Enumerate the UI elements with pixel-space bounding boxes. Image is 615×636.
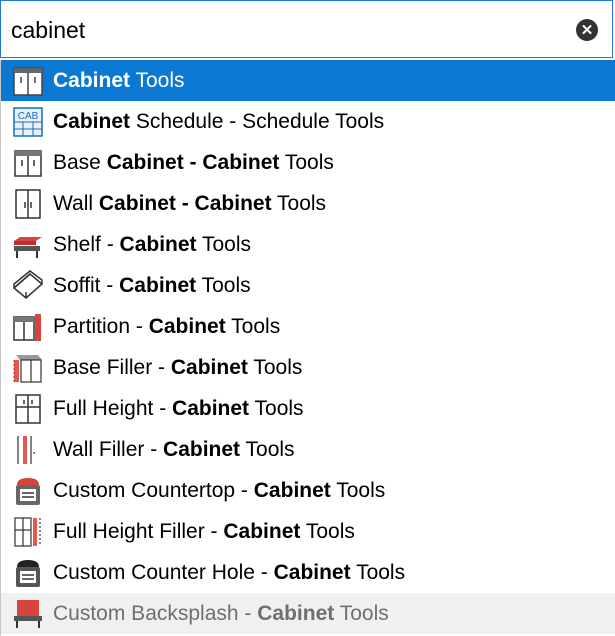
list-item-label: Custom Backsplash - Cabinet Tools xyxy=(53,601,389,625)
search-input[interactable] xyxy=(11,11,551,49)
list-item[interactable]: Base Cabinet - Cabinet Tools xyxy=(1,142,615,183)
cabinet-schedule-icon: CAB xyxy=(11,105,45,139)
list-item[interactable]: Full Height Filler - Cabinet Tools xyxy=(1,511,615,552)
custom-countertop-icon xyxy=(11,474,45,508)
list-item-label: Full Height Filler - Cabinet Tools xyxy=(53,519,355,543)
soffit-icon xyxy=(11,269,45,303)
list-item-label: Cabinet Schedule - Schedule Tools xyxy=(53,109,385,133)
search-box[interactable]: ✕ xyxy=(0,0,613,58)
clear-search-icon[interactable]: ✕ xyxy=(576,19,598,41)
list-item[interactable]: Partition - Cabinet Tools xyxy=(1,306,615,347)
svg-text:CAB: CAB xyxy=(18,111,39,122)
list-item[interactable]: Full Height - Cabinet Tools xyxy=(1,388,615,429)
list-item[interactable]: Wall Filler - Cabinet Tools xyxy=(1,429,615,470)
list-item-label: Custom Countertop - Cabinet Tools xyxy=(53,478,386,502)
list-item[interactable]: Custom Backsplash - Cabinet Tools xyxy=(1,593,615,634)
list-item-label: Base Filler - Cabinet Tools xyxy=(53,355,303,379)
list-item[interactable]: Shelf - Cabinet Tools xyxy=(1,224,615,265)
list-item-label: Full Height - Cabinet Tools xyxy=(53,396,304,420)
list-item-label: Cabinet Tools xyxy=(53,68,185,92)
list-item-label: Custom Counter Hole - Cabinet Tools xyxy=(53,560,406,584)
base-filler-icon xyxy=(11,351,45,385)
list-item-label: Shelf - Cabinet Tools xyxy=(53,232,252,256)
full-height-filler-icon xyxy=(11,515,45,549)
shelf-icon xyxy=(11,228,45,262)
list-item[interactable]: Wall Cabinet - Cabinet Tools xyxy=(1,183,615,224)
list-item[interactable]: Cabinet Tools xyxy=(1,60,615,101)
list-item[interactable]: Soffit - Cabinet Tools xyxy=(1,265,615,306)
list-item[interactable]: Custom Counter Hole - Cabinet Tools xyxy=(1,552,615,593)
custom-counter-hole-icon xyxy=(11,556,45,590)
base-cabinet-icon xyxy=(11,146,45,180)
list-item[interactable]: Base Filler - Cabinet Tools xyxy=(1,347,615,388)
custom-backsplash-icon xyxy=(11,597,45,631)
partition-icon xyxy=(11,310,45,344)
list-item-label: Wall Cabinet - Cabinet Tools xyxy=(53,191,327,215)
full-height-icon xyxy=(11,392,45,426)
cabinet-tools-icon xyxy=(11,64,45,98)
list-item-label: Partition - Cabinet Tools xyxy=(53,314,281,338)
list-item-label: Wall Filler - Cabinet Tools xyxy=(53,437,295,461)
list-item[interactable]: CAB Cabinet Schedule - Schedule Tools xyxy=(1,101,615,142)
wall-filler-icon xyxy=(11,433,45,467)
wall-cabinet-icon xyxy=(11,187,45,221)
list-item-label: Base Cabinet - Cabinet Tools xyxy=(53,150,334,174)
list-item-label: Soffit - Cabinet Tools xyxy=(53,273,251,297)
list-item[interactable]: Custom Countertop - Cabinet Tools xyxy=(1,470,615,511)
results-list: Cabinet Tools CAB Cabinet Schedule - Sch… xyxy=(0,60,615,636)
